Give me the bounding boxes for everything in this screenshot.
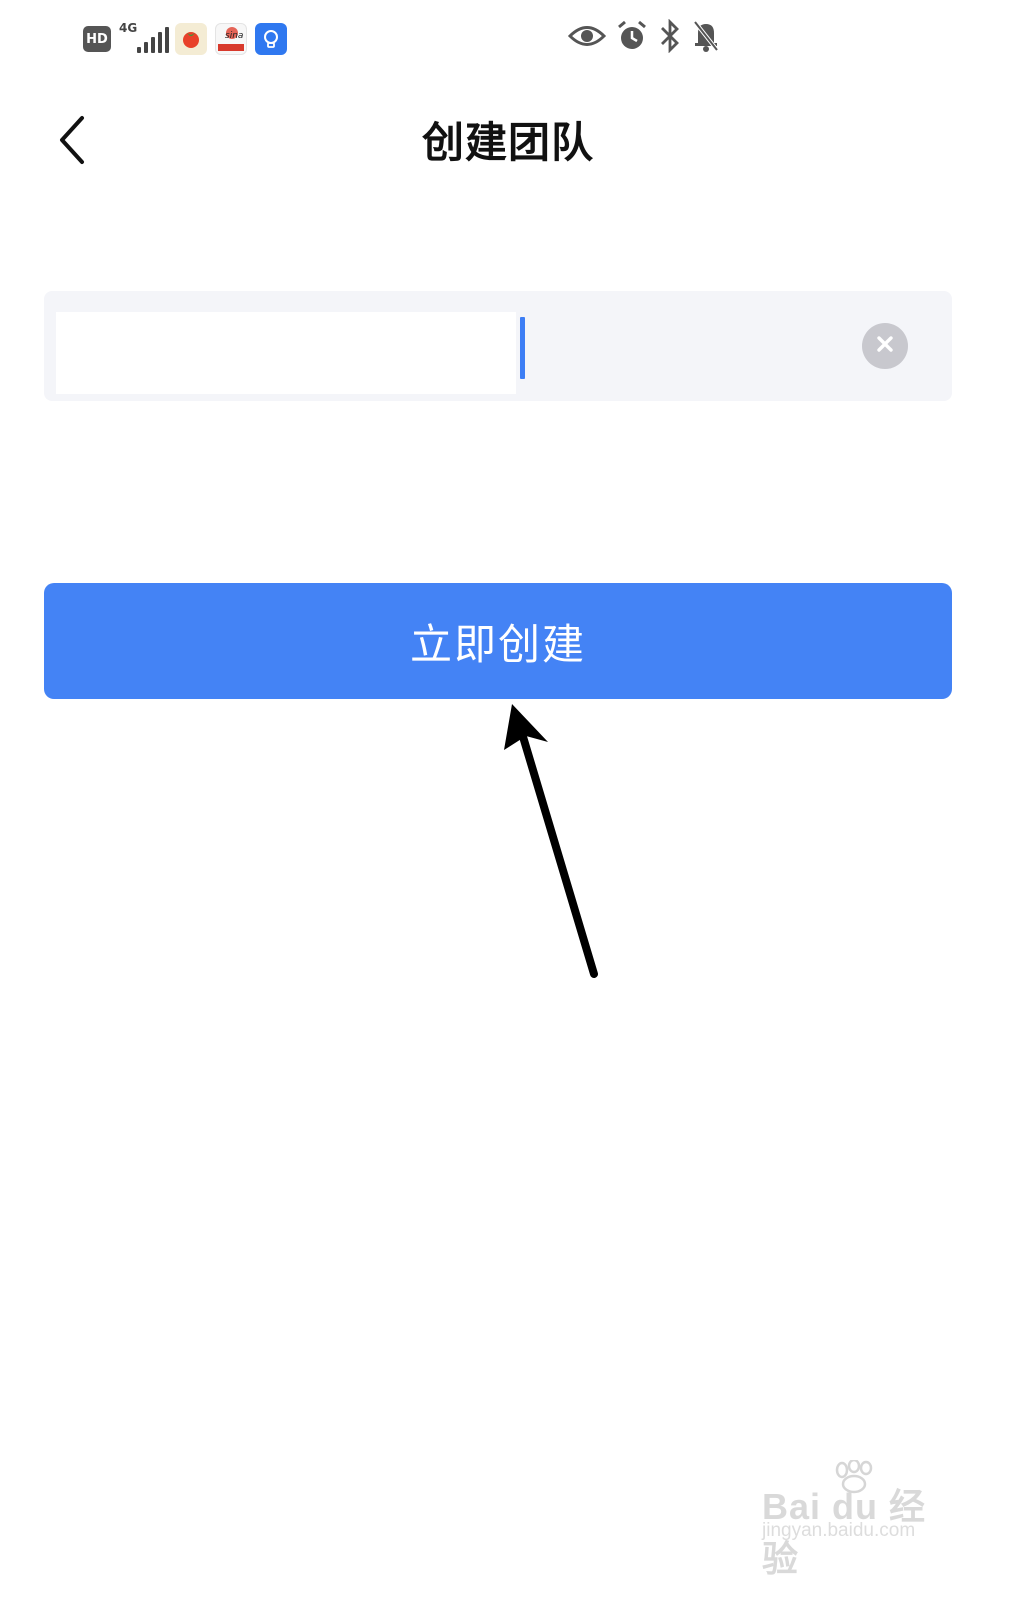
status-bar-left: HD 4G sina [83, 22, 287, 56]
signal-bars [137, 27, 169, 53]
close-icon [875, 334, 895, 358]
alarm-icon [616, 19, 648, 57]
svg-text:sina: sina [225, 31, 243, 41]
watermark-url: jingyan.baidu.com [762, 1520, 916, 1541]
clear-input-button[interactable] [862, 323, 908, 369]
team-name-input[interactable] [58, 311, 862, 383]
page-title: 创建团队 [421, 118, 594, 167]
tomato-app-icon [175, 23, 207, 55]
bell-off-icon [692, 19, 720, 57]
text-caret [520, 317, 525, 379]
sina-app-icon: sina [215, 23, 247, 55]
status-bar-right [567, 18, 720, 58]
network-type-label: 4G [119, 21, 138, 35]
chevron-left-icon [54, 114, 90, 170]
eye-icon [567, 23, 607, 53]
create-now-button[interactable]: 立即创建 [44, 583, 952, 699]
bluetooth-icon [658, 18, 682, 57]
signal-icon: 4G [119, 21, 169, 56]
status-bar: HD 4G sina [0, 0, 1016, 80]
hd-badge: HD [83, 26, 111, 52]
annotation-arrow [504, 704, 598, 978]
back-button[interactable] [48, 112, 96, 172]
lightbulb-app-icon [255, 23, 287, 55]
team-name-field [44, 291, 952, 401]
baidu-jingyan-watermark: Bai du 经验 jingyan.baidu.com [760, 1460, 960, 1579]
